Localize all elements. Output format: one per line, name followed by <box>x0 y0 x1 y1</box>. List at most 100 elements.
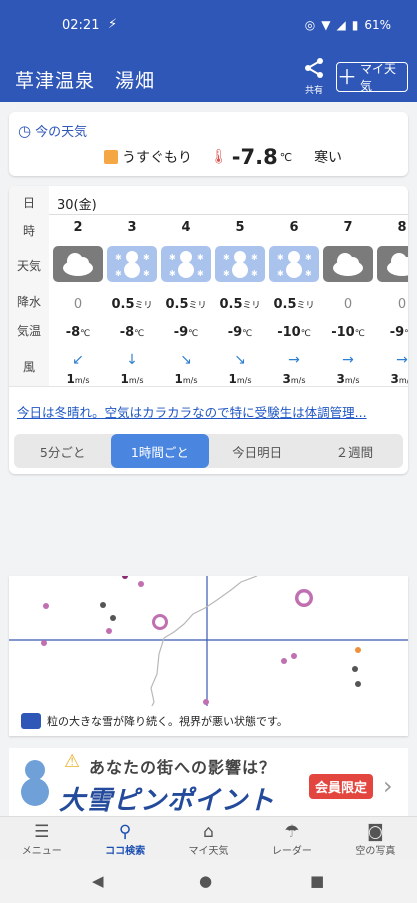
battery-level: 61% <box>364 18 391 32</box>
precip-amount: 0.5 <box>219 297 243 312</box>
share-icon <box>305 58 323 78</box>
snow-icon: ✱ ✱ ✱ ✱ <box>107 246 157 282</box>
tab-hourly[interactable]: 1時間ごと <box>111 434 209 468</box>
precip-unit: ミリ <box>242 301 261 311</box>
precip-value: 0 <box>375 297 408 313</box>
hour-column: 3 ✱ ✱ ✱ ✱ 0.5ミリ -8℃ ↓ 1m/s <box>105 216 159 386</box>
precip-unit: ミリ <box>296 301 315 311</box>
tab-today-tomorrow[interactable]: 今日明日 <box>209 434 306 468</box>
precip-unit: ミリ <box>134 301 153 311</box>
wind-direction-icon: ↙ <box>72 352 84 368</box>
temp-number: -9 <box>389 325 405 340</box>
svg-text:✱: ✱ <box>115 253 122 262</box>
usb-icon: ⚡ <box>108 17 118 32</box>
home-button-icon[interactable]: ● <box>199 872 212 890</box>
hour-column: 8 0 -9℃ → 3m/s <box>375 216 408 386</box>
snow-icon: ✱ ✱ ✱ ✱ <box>161 246 211 282</box>
precip-value: 0.5ミリ <box>105 297 159 313</box>
alarm-icon: ◎ <box>304 18 316 32</box>
temp-unit: ℃ <box>404 329 408 339</box>
precip-value: 0.5ミリ <box>159 297 213 313</box>
svg-text:✱: ✱ <box>251 253 258 262</box>
system-navigation: ◀ ● ■ <box>0 860 417 903</box>
status-bar: 02:21 ⚡ ◎ ▼ ◢ ▮ 61% <box>0 0 417 54</box>
current-temp-unit: ℃ <box>279 150 293 164</box>
my-weather-label: マイ天気 <box>360 62 397 93</box>
precip-amount: 0 <box>73 297 83 312</box>
wind-unit: m/s <box>344 376 360 385</box>
svg-text:✱: ✱ <box>223 269 230 278</box>
precip-value: 0.5ミリ <box>267 297 321 313</box>
forecast-comment-link[interactable]: 今日は冬晴れ。空気はカラカラなので特に受験生は体調管理... <box>17 402 367 421</box>
temp-value: -8℃ <box>51 325 105 340</box>
hour-column: 2 0 -8℃ ↙ 1m/s <box>51 216 105 386</box>
wind-direction-icon: ↘ <box>180 352 192 368</box>
nav-label: 空の写真 <box>355 846 396 857</box>
nav-label: マイ天気 <box>188 846 229 857</box>
svg-text:✱: ✱ <box>223 253 230 262</box>
nav-radar[interactable]: ☂ レーダー <box>250 817 333 860</box>
wind-speed: 1m/s <box>213 372 267 386</box>
current-temperature: -7.8 <box>231 145 278 169</box>
nav-my-weather[interactable]: ⌂ マイ天気 <box>167 817 250 860</box>
hour-column: 4 ✱ ✱ ✱ ✱ 0.5ミリ -9℃ ↘ 1m/s <box>159 216 213 386</box>
add-my-weather-button[interactable]: ＋ マイ天気 <box>336 62 408 93</box>
cloud-icon <box>377 246 408 282</box>
current-weather-card[interactable]: ◷ 今の天気 うすぐもり 🌡 -7.8 ℃ 寒い <box>9 112 408 176</box>
temp-value: -10℃ <box>267 325 321 340</box>
wifi-icon: ▼ <box>321 18 331 32</box>
wind-direction-icon: → <box>288 352 300 368</box>
nav-sky-photos[interactable]: ◙ 空の写真 <box>334 817 417 860</box>
divider <box>9 386 408 387</box>
precip-amount: 0.5 <box>111 297 135 312</box>
row-label-day: 日 <box>22 196 35 210</box>
wind-unit: m/s <box>290 376 306 385</box>
tab-5min[interactable]: 5分ごと <box>14 434 111 468</box>
back-icon[interactable]: ◀ <box>92 872 104 890</box>
recents-icon[interactable]: ■ <box>310 872 324 890</box>
wind-speed: 3m/s <box>321 372 375 386</box>
camera-icon: ◙ <box>367 822 384 842</box>
nav-label: ココ検索 <box>105 846 146 857</box>
heavy-snow-banner[interactable]: ⚠ あなたの街への影響は？ 大雪ピンポイント 会員限定 › <box>9 748 408 816</box>
snowman-icon <box>21 760 49 806</box>
nav-search[interactable]: ⚲ ココ検索 <box>83 817 166 860</box>
row-label-precip: 降水 <box>16 295 41 309</box>
share-button[interactable]: 共有 <box>300 58 328 96</box>
tab-2weeks[interactable]: ２週間 <box>306 434 403 468</box>
radar-caption: 粒の大きな雪が降り続く。視界が悪い状態です。 <box>47 715 288 728</box>
temp-value: -9℃ <box>159 325 213 340</box>
wind-direction-icon: ↓ <box>126 352 138 368</box>
temp-unit: ℃ <box>242 329 253 339</box>
temp-value: -9℃ <box>213 325 267 340</box>
wind-speed: 3m/s <box>267 372 321 386</box>
wind-speed: 1m/s <box>105 372 159 386</box>
wind-unit: m/s <box>128 376 144 385</box>
home-icon: ⌂ <box>203 822 214 842</box>
wind-number: 3 <box>282 372 291 386</box>
precip-amount: 0.5 <box>165 297 189 312</box>
row-label-column <box>9 186 49 386</box>
share-label: 共有 <box>304 86 323 96</box>
hour-label: 7 <box>343 220 353 235</box>
warning-icon: ⚠ <box>64 751 81 772</box>
wind-number: 1 <box>228 372 237 386</box>
precip-value: 0 <box>321 297 375 313</box>
svg-text:✱: ✱ <box>277 253 284 262</box>
temp-number: -8 <box>65 325 81 340</box>
wind-direction-icon: → <box>342 352 354 368</box>
svg-text:✱: ✱ <box>143 269 150 278</box>
precip-unit: ミリ <box>188 301 207 311</box>
hour-column: 7 0 -10℃ → 3m/s <box>321 216 375 386</box>
hour-label: 2 <box>73 220 83 235</box>
temp-number: -9 <box>227 325 243 340</box>
precip-amount: 0.5 <box>273 297 297 312</box>
app-header: 02:21 ⚡ ◎ ▼ ◢ ▮ 61% 草津温泉 湯畑 共有 ＋ マイ天気 <box>0 0 417 102</box>
nav-menu[interactable]: ☰ メニュー <box>0 817 83 860</box>
svg-text:✱: ✱ <box>305 269 312 278</box>
hour-label: 3 <box>127 220 137 235</box>
wind-unit: m/s <box>182 376 198 385</box>
wind-number: 1 <box>66 372 75 386</box>
row-label-weather: 天気 <box>16 259 41 273</box>
current-weather-title-row: ◷ 今の天気 <box>18 121 87 141</box>
